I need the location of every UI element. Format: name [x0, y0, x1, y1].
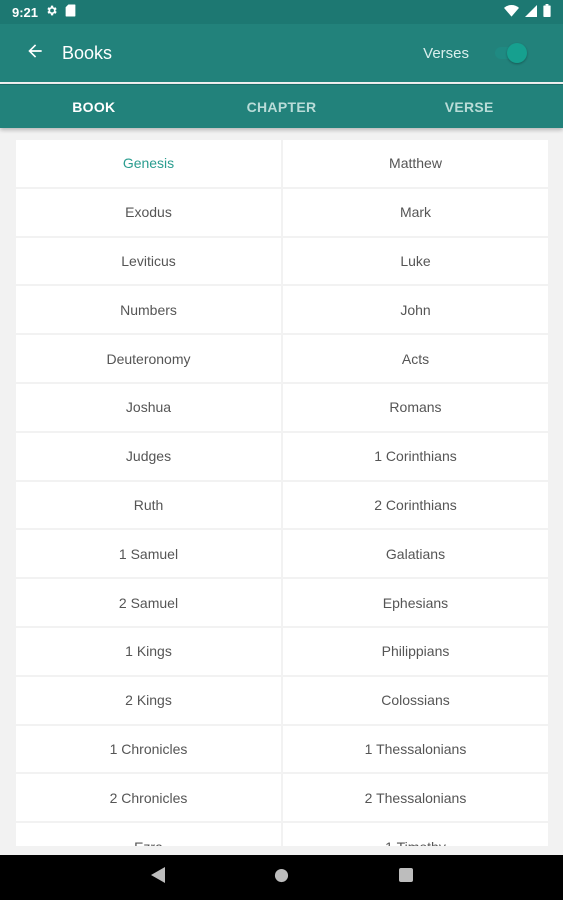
- book-item[interactable]: 2 Chronicles: [16, 774, 281, 822]
- book-item[interactable]: Luke: [283, 237, 548, 285]
- books-list[interactable]: Genesis Matthew Exodus Mark Leviticus Luke Num…: [16, 140, 548, 846]
- tab-book[interactable]: BOOK: [0, 85, 188, 128]
- book-item[interactable]: Numbers: [16, 286, 281, 334]
- book-item[interactable]: Mark: [283, 188, 548, 236]
- home-circle-icon: [274, 868, 289, 888]
- book-item[interactable]: Philippians: [283, 627, 548, 675]
- book-item[interactable]: Romans: [283, 383, 548, 431]
- back-button[interactable]: [8, 24, 62, 82]
- book-item[interactable]: 2 Kings: [16, 676, 281, 724]
- book-item[interactable]: Genesis: [16, 140, 281, 187]
- nav-recents-button[interactable]: [394, 866, 418, 890]
- status-time: 9:21: [12, 4, 39, 20]
- verses-label: Verses: [423, 44, 469, 62]
- book-item[interactable]: Leviticus: [16, 237, 281, 285]
- book-item[interactable]: 1 Corinthians: [283, 432, 548, 480]
- book-item[interactable]: Galatians: [283, 530, 548, 578]
- page-title: Books: [62, 42, 113, 63]
- wifi-icon: [504, 4, 519, 20]
- tab-chapter[interactable]: CHAPTER: [188, 85, 376, 128]
- book-item[interactable]: 2 Thessalonians: [283, 774, 548, 822]
- gear-icon: [45, 4, 58, 20]
- book-item[interactable]: Ephesians: [283, 579, 548, 626]
- book-item[interactable]: Ezra: [16, 823, 281, 846]
- book-item[interactable]: 1 Kings: [16, 627, 281, 675]
- book-item[interactable]: Joshua: [16, 383, 281, 431]
- book-item[interactable]: 1 Thessalonians: [283, 725, 548, 773]
- book-item[interactable]: Acts: [283, 335, 548, 382]
- book-item[interactable]: 2 Corinthians: [283, 481, 548, 529]
- status-bar: 9:21: [0, 0, 563, 24]
- books-grid: Genesis Matthew Exodus Mark Leviticus Luke Num…: [16, 140, 548, 846]
- book-item[interactable]: 1 Chronicles: [16, 725, 281, 773]
- nav-back-button[interactable]: [146, 866, 170, 890]
- book-item[interactable]: Colossians: [283, 676, 548, 724]
- book-item[interactable]: Matthew: [283, 140, 548, 187]
- arrow-back-icon: [25, 41, 45, 66]
- book-item[interactable]: Exodus: [16, 188, 281, 236]
- nav-home-button[interactable]: [270, 866, 294, 890]
- back-triangle-icon: [150, 867, 165, 888]
- book-item[interactable]: Judges: [16, 432, 281, 480]
- navigation-bar: [0, 855, 563, 900]
- book-item[interactable]: 1 Samuel: [16, 530, 281, 578]
- sd-card-icon: [65, 4, 76, 20]
- book-item[interactable]: 1 Timothy: [283, 823, 548, 846]
- app-bar: Books Verses: [0, 24, 563, 82]
- tab-verse[interactable]: VERSE: [375, 85, 563, 128]
- book-item[interactable]: 2 Samuel: [16, 579, 281, 626]
- toggle-thumb: [507, 43, 527, 63]
- battery-icon: [543, 4, 551, 20]
- book-item[interactable]: Deuteronomy: [16, 335, 281, 382]
- verses-toggle[interactable]: [491, 43, 527, 63]
- book-item[interactable]: John: [283, 286, 548, 334]
- tab-bar: BOOK CHAPTER VERSE: [0, 84, 563, 128]
- signal-icon: [525, 4, 537, 20]
- book-item[interactable]: Ruth: [16, 481, 281, 529]
- recents-square-icon: [398, 868, 413, 887]
